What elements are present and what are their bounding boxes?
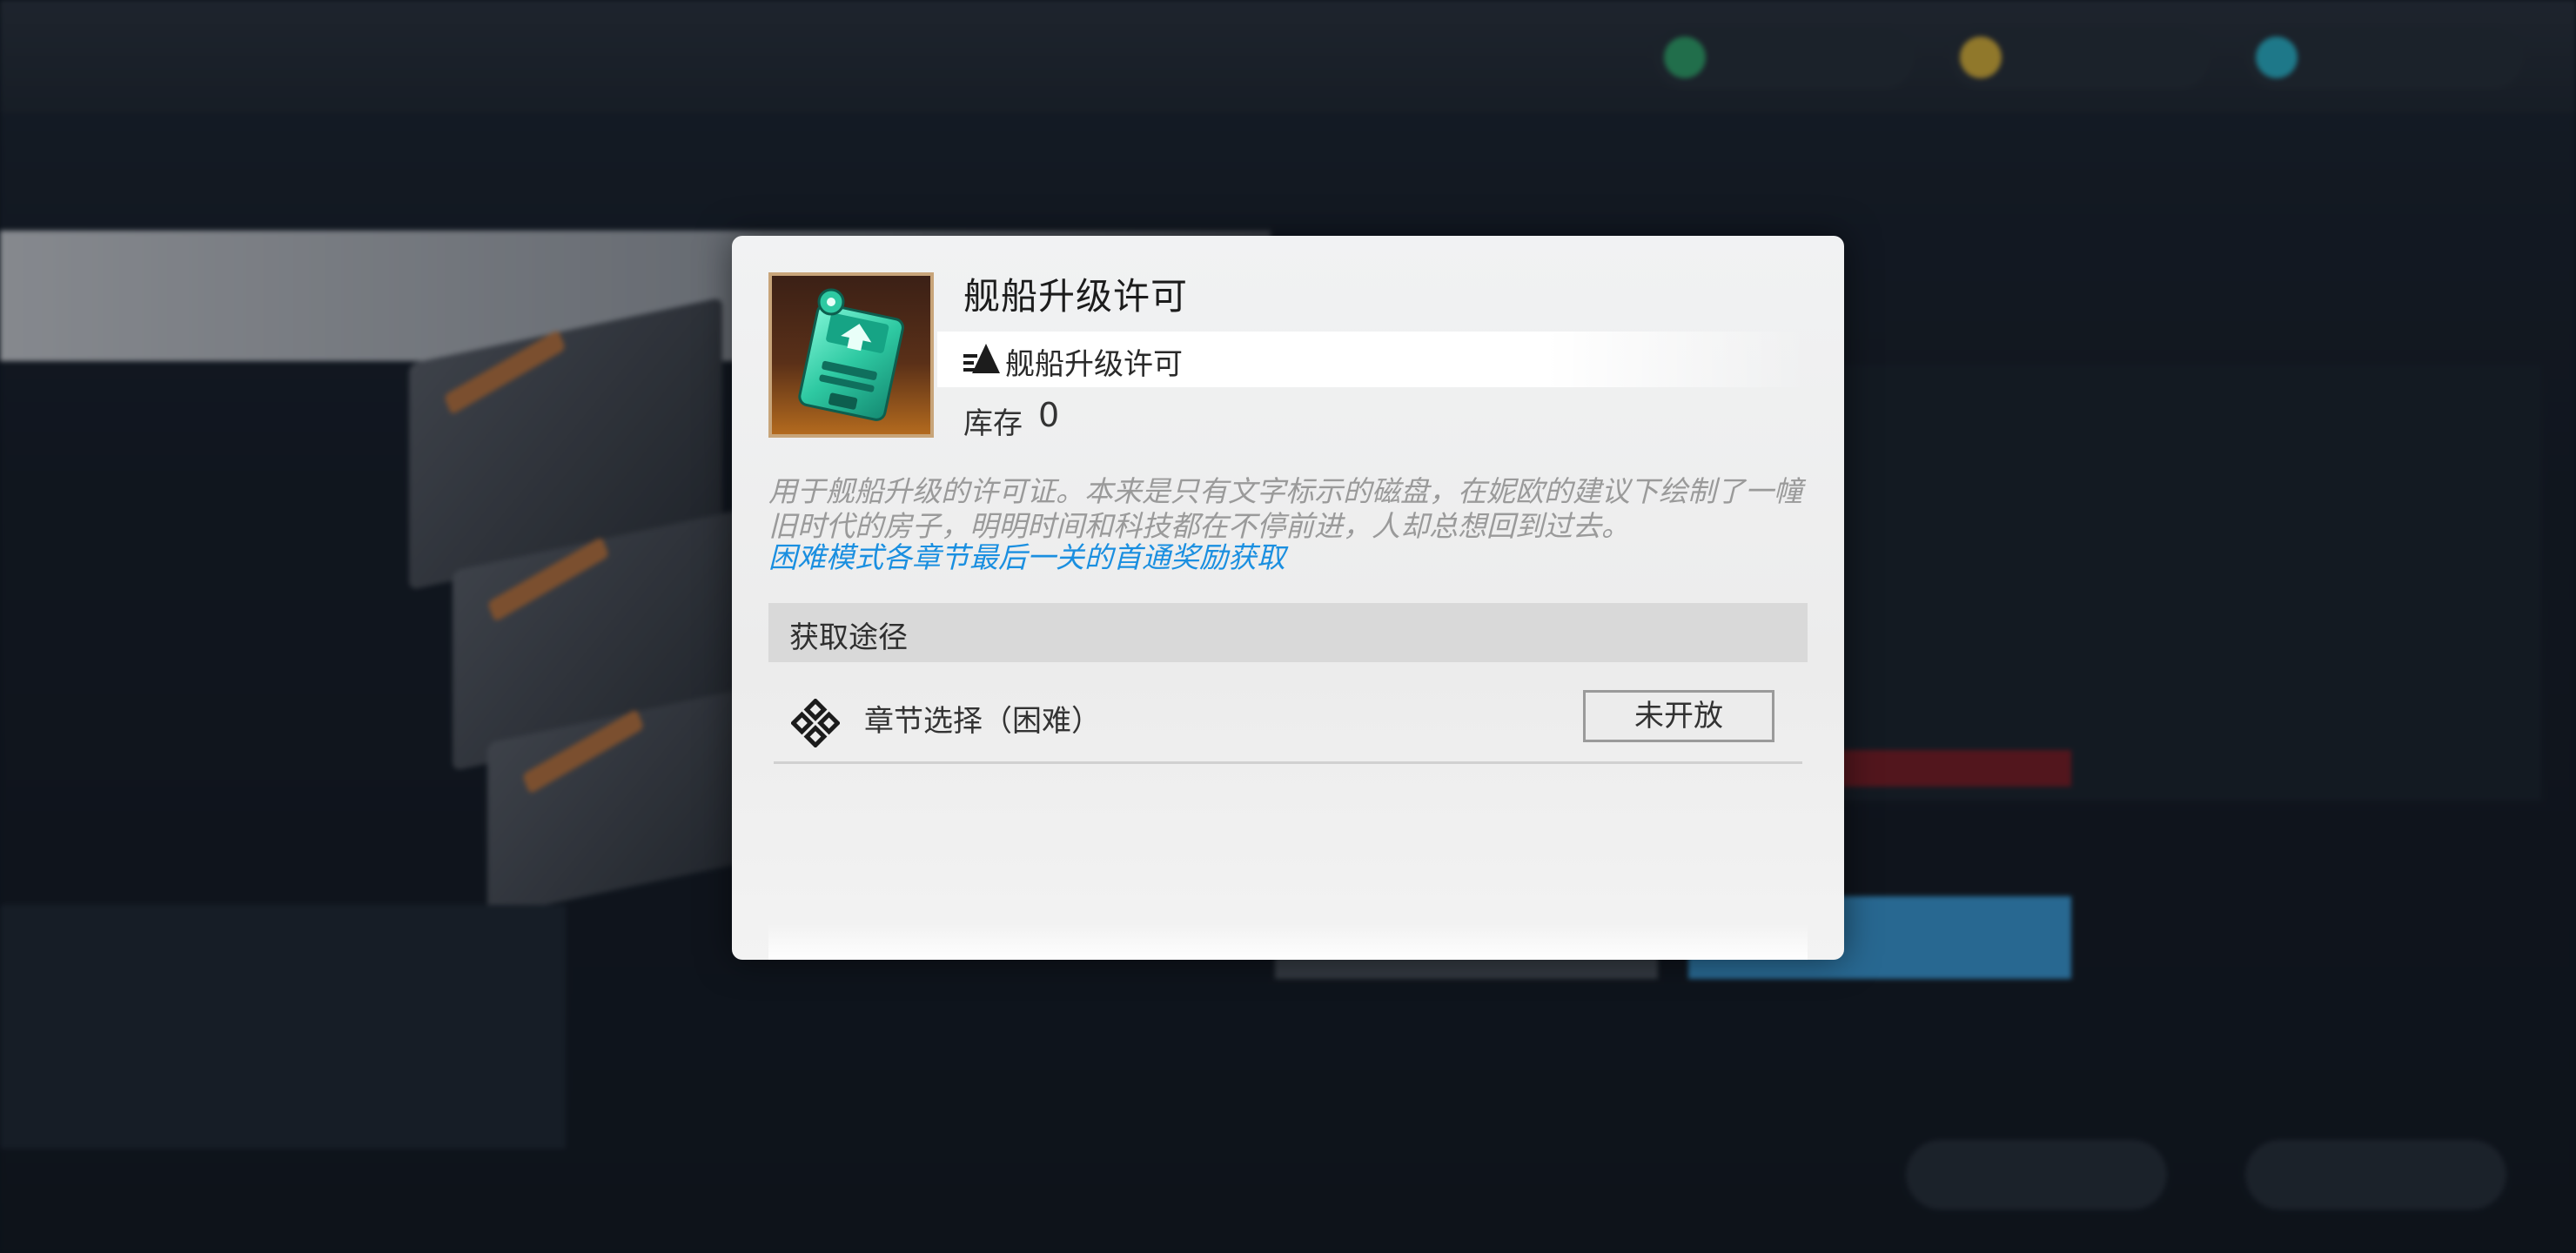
source-row: 章节选择（困难） 未开放: [774, 674, 1802, 764]
obtain-hint: 困难模式各章节最后一关的首通奖励获取: [768, 540, 1285, 574]
sources-header: 获取途径: [768, 603, 1808, 662]
stock-label: 库存: [963, 406, 1023, 441]
sources-header-label: 获取途径: [789, 620, 908, 655]
item-name: 舰船升级许可: [963, 275, 1189, 318]
ship-type-icon: [963, 344, 1000, 379]
upgrade-disk-icon: [768, 272, 934, 438]
source-label: 章节选择（困难）: [864, 704, 1101, 739]
chapter-select-icon: [790, 698, 841, 751]
source-status-button[interactable]: 未开放: [1583, 690, 1774, 742]
item-type-label: 舰船升级许可: [1005, 347, 1183, 382]
item-description: 用于舰船升级的许可证。本来是只有文字标示的磁盘，在妮欧的建议下绘制了一幢旧时代的…: [768, 474, 1802, 543]
dialog-bottom-fade: [768, 923, 1808, 960]
stock-value: 0: [1038, 396, 1060, 434]
item-type-row: 舰船升级许可: [937, 332, 1808, 387]
item-info-dialog: 舰船升级许可 舰船升级许可 库存 0 用于舰船升级的许可证。本来是只有文字标示的…: [732, 236, 1844, 960]
